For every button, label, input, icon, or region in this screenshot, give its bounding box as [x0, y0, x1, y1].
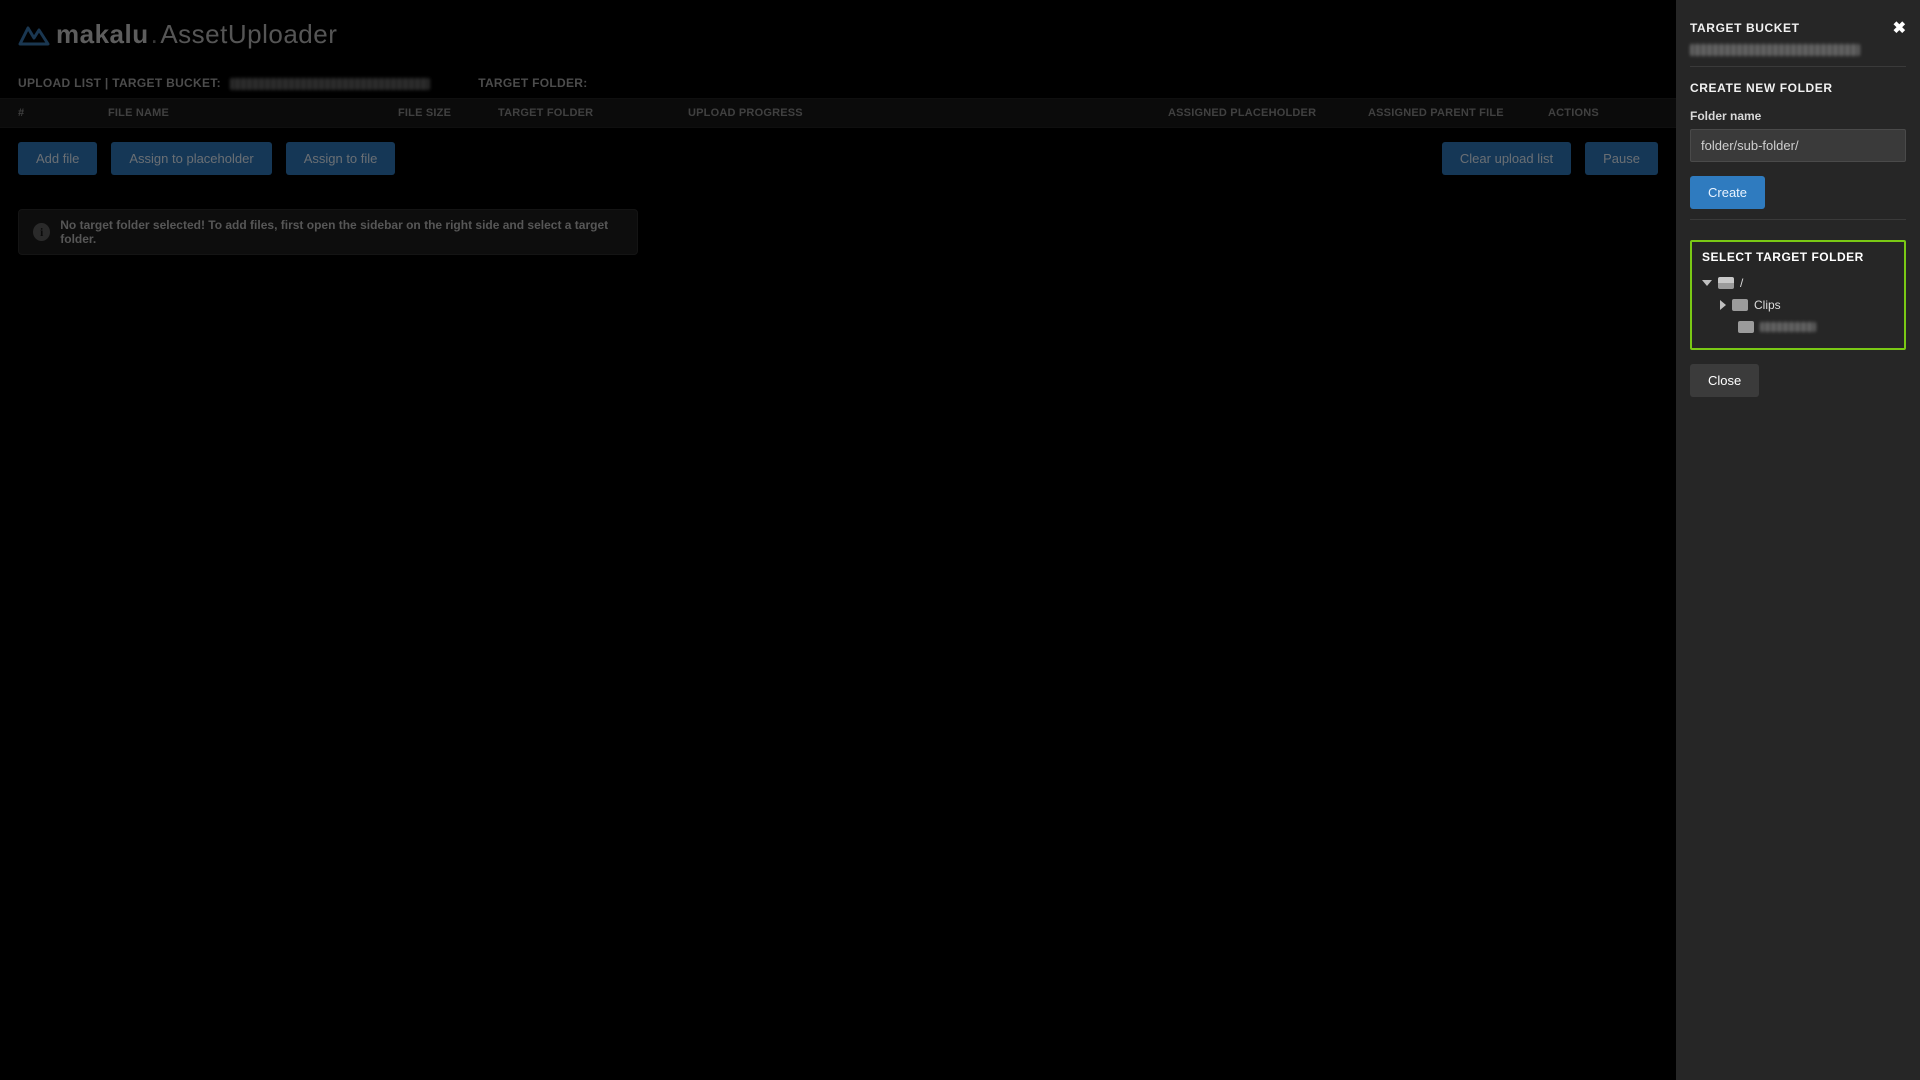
col-upload-progress: UPLOAD PROGRESS [688, 107, 1168, 119]
app-title: makalu.AssetUploader [56, 19, 337, 50]
info-icon: i [33, 223, 50, 241]
col-file-name: FILE NAME [108, 107, 398, 119]
col-file-size: FILE SIZE [398, 107, 498, 119]
no-target-folder-banner: i No target folder selected! To add file… [18, 209, 638, 255]
app-logo: makalu.AssetUploader [18, 19, 337, 50]
col-target-folder: TARGET FOLDER [498, 107, 688, 119]
folder-icon [1738, 321, 1754, 333]
target-sidebar: TARGET BUCKET ✖ CREATE NEW FOLDER Folder… [1676, 0, 1920, 1080]
target-folder-context: TARGET FOLDER: [478, 76, 587, 90]
tree-root-node[interactable]: / [1702, 272, 1894, 294]
upload-list-context: UPLOAD LIST | TARGET BUCKET: [18, 76, 430, 90]
brand-dot: . [149, 19, 161, 49]
target-bucket-value-redacted [230, 78, 430, 90]
select-target-folder-title: SELECT TARGET FOLDER [1702, 250, 1894, 264]
target-bucket-title: TARGET BUCKET [1690, 21, 1800, 35]
create-folder-title: CREATE NEW FOLDER [1690, 81, 1906, 95]
tree-root-label: / [1740, 276, 1743, 290]
upload-table-header: # FILE NAME FILE SIZE TARGET FOLDER UPLO… [0, 98, 1676, 128]
close-sidebar-icon[interactable]: ✖ [1893, 18, 1906, 38]
topbar: makalu.AssetUploader [0, 0, 1676, 68]
context-bar: UPLOAD LIST | TARGET BUCKET: TARGET FOLD… [0, 68, 1676, 98]
folder-open-icon [1718, 277, 1734, 289]
bucket-name-redacted [1690, 44, 1860, 56]
caret-down-icon [1702, 280, 1712, 286]
divider [1690, 66, 1906, 67]
tree-node-label-redacted [1760, 322, 1816, 332]
folder-name-input[interactable] [1690, 129, 1906, 162]
caret-right-icon [1720, 300, 1726, 310]
col-assigned-placeholder: ASSIGNED PLACEHOLDER [1168, 107, 1368, 119]
banner-text: No target folder selected! To add files,… [60, 218, 623, 246]
tree-node-label: Clips [1754, 298, 1781, 312]
brand-mark-icon [18, 22, 50, 46]
upload-list-label: UPLOAD LIST | TARGET BUCKET: [18, 76, 221, 90]
tree-node-redacted[interactable] [1702, 316, 1894, 338]
target-folder-label: TARGET FOLDER: [478, 76, 587, 90]
clear-upload-list-button[interactable]: Clear upload list [1442, 142, 1571, 175]
assign-file-button[interactable]: Assign to file [286, 142, 396, 175]
folder-icon [1732, 299, 1748, 311]
select-target-folder-panel: SELECT TARGET FOLDER / Clips [1690, 240, 1906, 350]
folder-name-label: Folder name [1690, 109, 1906, 123]
folder-tree: / Clips [1702, 272, 1894, 338]
pause-button[interactable]: Pause [1585, 142, 1658, 175]
toolbar: Add file Assign to placeholder Assign to… [0, 128, 1676, 189]
col-index: # [18, 107, 108, 119]
divider [1690, 219, 1906, 220]
create-folder-button[interactable]: Create [1690, 176, 1765, 209]
add-file-button[interactable]: Add file [18, 142, 97, 175]
col-actions: ACTIONS [1548, 107, 1648, 119]
assign-placeholder-button[interactable]: Assign to placeholder [111, 142, 271, 175]
brand-name: makalu [56, 19, 149, 49]
col-assigned-parent: ASSIGNED PARENT FILE [1368, 107, 1548, 119]
tree-node-clips[interactable]: Clips [1702, 294, 1894, 316]
close-tree-button[interactable]: Close [1690, 364, 1759, 397]
app-name: AssetUploader [160, 19, 337, 49]
